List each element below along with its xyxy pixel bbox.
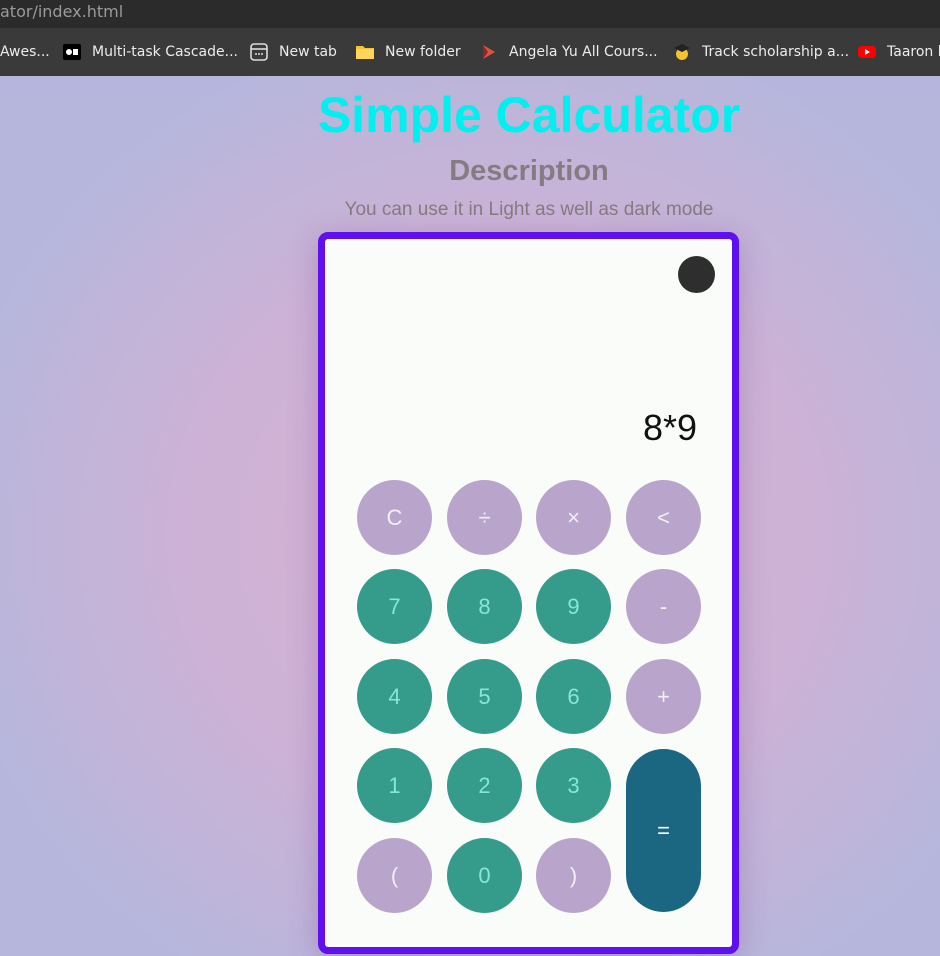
bookmark-angela-yu[interactable]: Angela Yu All Cours...	[479, 28, 658, 76]
theme-toggle-button[interactable]	[678, 256, 715, 293]
digit-5-button[interactable]: 5	[447, 659, 522, 734]
bookmark-track-scholarship[interactable]: Track scholarship a...	[672, 28, 849, 76]
bookmark-label: New folder	[385, 44, 461, 60]
open-paren-button[interactable]: (	[357, 838, 432, 913]
youtube-icon	[857, 42, 877, 62]
bookmark-label: Awes...	[0, 44, 50, 60]
address-bar[interactable]: ator/index.html	[0, 0, 940, 28]
folder-icon	[355, 42, 375, 62]
url-text: ator/index.html	[0, 2, 124, 21]
page-subtitle: Description	[449, 155, 609, 187]
bookmark-multitask-cascade[interactable]: Multi-task Cascade...	[62, 28, 238, 76]
bookmark-label: New tab	[279, 44, 337, 60]
divide-button[interactable]: ÷	[447, 480, 522, 555]
plus-button[interactable]: +	[626, 659, 701, 734]
digit-4-button[interactable]: 4	[357, 659, 432, 734]
digit-1-button[interactable]: 1	[357, 748, 432, 823]
digit-2-button[interactable]: 2	[447, 748, 522, 823]
digit-7-button[interactable]: 7	[357, 569, 432, 644]
bookmark-new-folder[interactable]: New folder	[355, 28, 461, 76]
backspace-button[interactable]: <	[626, 480, 701, 555]
graduate-icon	[672, 42, 692, 62]
bookmark-awesome[interactable]: Awes...	[0, 28, 50, 76]
digit-3-button[interactable]: 3	[536, 748, 611, 823]
digit-8-button[interactable]: 8	[447, 569, 522, 644]
minus-button[interactable]: -	[626, 569, 701, 644]
page-content: Simple Calculator Description You can us…	[0, 76, 940, 956]
page-description: You can use it in Light as well as dark …	[344, 199, 714, 220]
equals-button[interactable]: =	[626, 749, 701, 912]
bookmark-new-tab[interactable]: New tab	[249, 28, 337, 76]
multiply-button[interactable]: ×	[536, 480, 611, 555]
close-paren-button[interactable]: )	[536, 838, 611, 913]
page-title: Simple Calculator	[317, 87, 741, 143]
digit-0-button[interactable]: 0	[447, 838, 522, 913]
bookmark-label: Taaron k	[887, 44, 940, 60]
digit-6-button[interactable]: 6	[536, 659, 611, 734]
bookmark-label: Multi-task Cascade...	[92, 44, 238, 60]
new-tab-icon	[249, 42, 269, 62]
clear-button[interactable]: C	[357, 480, 432, 555]
calculator: 8*9 C ÷ × < 7 8 9 - 4 5 6 + 1 2 3 = ( 0 …	[318, 232, 739, 954]
video-icon	[62, 42, 82, 62]
bookmark-label: Track scholarship a...	[702, 44, 850, 60]
calculator-display: 8*9	[642, 407, 697, 448]
digit-9-button[interactable]: 9	[536, 569, 611, 644]
bookmarks-bar: Awes... Multi-task Cascade... New tab Ne…	[0, 28, 940, 76]
bookmark-label: Angela Yu All Cours...	[509, 44, 658, 60]
bookmark-taaron[interactable]: Taaron k	[857, 28, 940, 76]
udemy-icon	[479, 42, 499, 62]
